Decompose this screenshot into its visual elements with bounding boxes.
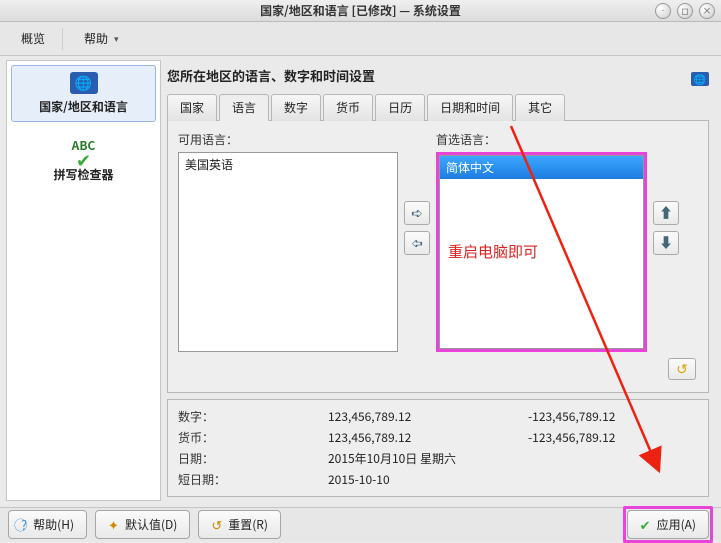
undo-icon: ↺ <box>211 515 222 534</box>
button-label: 应用(A) <box>657 516 696 533</box>
tab-language[interactable]: 语言 <box>219 94 269 121</box>
checkmark-icon: ✔ <box>12 154 155 166</box>
move-up-button[interactable]: ⬆ <box>653 201 679 225</box>
preview-row-shortdate: 短日期： 2015-10-10 <box>178 469 698 490</box>
tab-country[interactable]: 国家 <box>167 94 217 121</box>
preview-row-currency: 货币： 123,456,789.12 -123,456,789.12 <box>178 427 698 448</box>
move-left-button[interactable]: ➪ <box>404 231 430 255</box>
move-right-button[interactable]: ➪ <box>404 201 430 225</box>
toolbar: 概览 ? 帮助 ▾ <box>0 22 721 56</box>
maximize-button[interactable]: ◻ <box>677 3 693 19</box>
wand-icon: ✦ <box>108 515 119 534</box>
available-languages-list[interactable]: 美国英语 <box>178 152 398 352</box>
sidebar-item-locale[interactable]: 🌐 国家/地区和语言 <box>11 65 156 122</box>
preview-value-neg: -123,456,789.12 <box>528 429 615 446</box>
overview-label: 概览 <box>21 30 45 47</box>
tab-numbers[interactable]: 数字 <box>271 94 321 121</box>
help-icon: ?⃝ <box>21 515 27 534</box>
preview-value-pos: 123,456,789.12 <box>328 408 528 425</box>
window-title: 国家/地区和语言 [已修改] — 系统设置 <box>0 2 721 19</box>
preferred-languages-label: 首选语言： <box>436 131 647 152</box>
annotation-highlight-box: 简体中文 <box>436 152 647 352</box>
button-label: 默认值(D) <box>125 516 177 533</box>
help-dropdown-button[interactable]: ? 帮助 ▾ <box>71 26 128 51</box>
annotation-highlight-box: ✔ 应用(A) <box>623 506 713 543</box>
sidebar-item-spellcheck[interactable]: ABC ✔ 拼写检查器 <box>7 126 160 192</box>
reset-list-button[interactable]: ↺ <box>668 358 696 380</box>
apply-button[interactable]: ✔ 应用(A) <box>627 510 709 539</box>
preview-value-pos: 123,456,789.12 <box>328 429 528 446</box>
globe-flag-icon: 🌐 <box>70 72 98 94</box>
preview-label: 数字： <box>178 408 328 425</box>
button-label: 帮助(H) <box>33 516 74 533</box>
toolbar-separator <box>62 28 63 50</box>
close-button[interactable]: × <box>699 3 715 19</box>
sidebar-item-label: 拼写检查器 <box>12 166 155 183</box>
title-bar: 国家/地区和语言 [已修改] — 系统设置 ‐ ◻ × <box>0 0 721 22</box>
preview-label: 短日期： <box>178 471 328 488</box>
preview-value: 2015-10-10 <box>328 471 528 488</box>
chevron-down-icon: ▾ <box>114 32 119 45</box>
tab-currency[interactable]: 货币 <box>323 94 373 121</box>
help-label: 帮助 <box>84 30 108 47</box>
tab-calendar[interactable]: 日历 <box>375 94 425 121</box>
help-button[interactable]: ?⃝ 帮助(H) <box>8 510 87 539</box>
tab-datetime[interactable]: 日期和时间 <box>427 94 513 121</box>
dialog-button-bar: ?⃝ 帮助(H) ✦ 默认值(D) ↺ 重置(R) ✔ 应用(A) <box>0 507 721 541</box>
main-panel: 您所在地区的语言、数字和时间设置 🌐 国家 语言 数字 货币 日历 日期和时间 … <box>161 56 721 505</box>
preview-label: 日期： <box>178 450 328 467</box>
overview-button[interactable]: 概览 <box>8 26 54 51</box>
available-languages-label: 可用语言： <box>178 131 398 152</box>
tab-other[interactable]: 其它 <box>515 94 565 121</box>
preferred-languages-list[interactable]: 简体中文 <box>439 155 644 349</box>
format-preview-box: 数字： 123,456,789.12 -123,456,789.12 货币： 1… <box>167 399 709 497</box>
list-item[interactable]: 简体中文 <box>440 156 643 179</box>
preview-value: 2015年10月10日 星期六 <box>328 450 528 467</box>
defaults-button[interactable]: ✦ 默认值(D) <box>95 510 190 539</box>
globe-flag-icon: 🌐 <box>691 72 709 86</box>
move-down-button[interactable]: ⬇ <box>653 231 679 255</box>
sidebar: 🌐 国家/地区和语言 ABC ✔ 拼写检查器 <box>6 60 161 501</box>
preview-row-number: 数字： 123,456,789.12 -123,456,789.12 <box>178 406 698 427</box>
tab-bar: 国家 语言 数字 货币 日历 日期和时间 其它 <box>167 93 709 121</box>
button-label: 重置(R) <box>228 516 268 533</box>
page-heading: 您所在地区的语言、数字和时间设置 <box>167 64 375 93</box>
preview-row-date: 日期： 2015年10月10日 星期六 <box>178 448 698 469</box>
reset-button[interactable]: ↺ 重置(R) <box>198 510 281 539</box>
language-tab-panel: 可用语言： 美国英语 ➪ ➪ 首选语言： 简体中文 <box>167 121 709 393</box>
preview-value-neg: -123,456,789.12 <box>528 408 615 425</box>
preview-label: 货币： <box>178 429 328 446</box>
sidebar-item-label: 国家/地区和语言 <box>12 98 155 115</box>
minimize-button[interactable]: ‐ <box>655 3 671 19</box>
list-item[interactable]: 美国英语 <box>179 153 397 176</box>
checkmark-icon: ✔ <box>640 515 651 534</box>
